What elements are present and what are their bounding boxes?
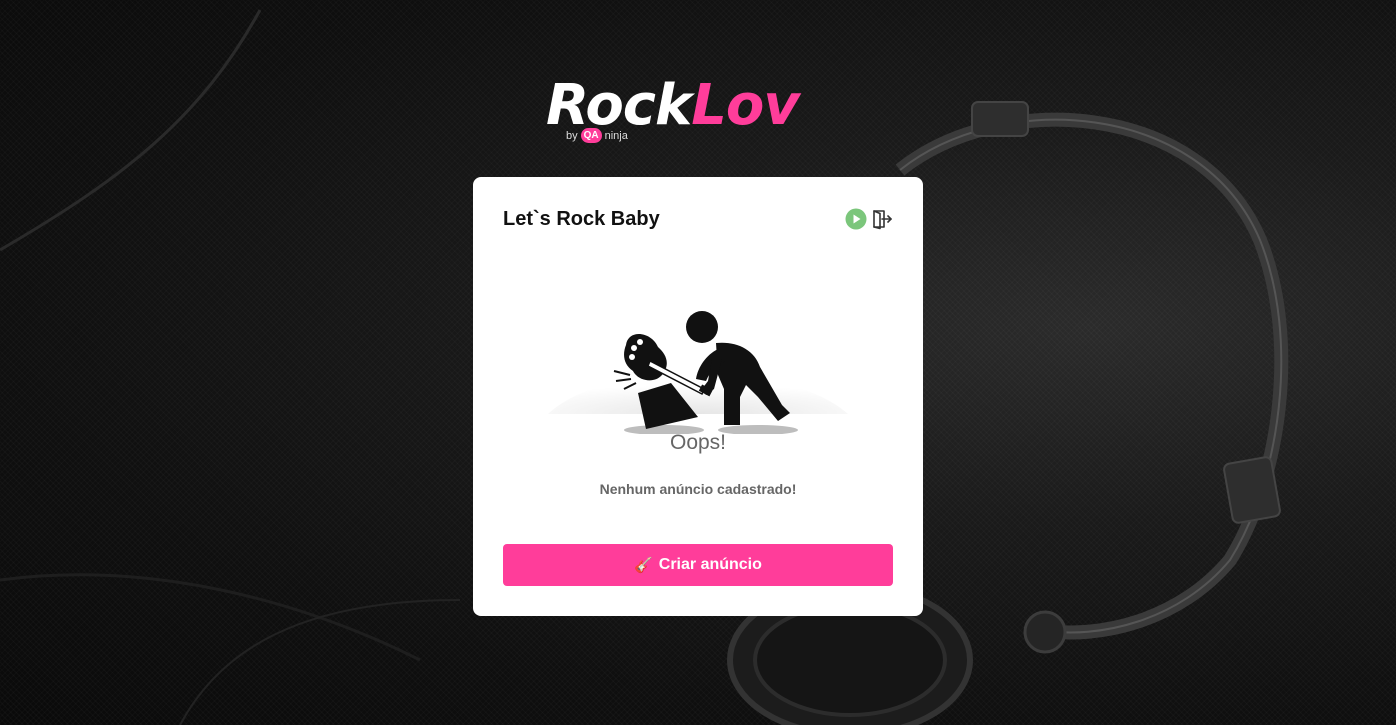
guitar-icon: 🎸: [634, 557, 653, 574]
card-actions: [845, 208, 893, 230]
create-ad-button-label: Criar anúncio: [658, 556, 762, 573]
logo-byline: by QA ninja: [566, 128, 628, 143]
byline-suffix: ninja: [604, 129, 628, 142]
empty-state-heading: Oops!: [669, 431, 727, 454]
play-icon[interactable]: [845, 208, 867, 230]
empty-state-message: Nenhum anúncio cadastrado!: [599, 481, 797, 497]
rocklov-logo: RockLov by QA ninja: [546, 76, 856, 148]
byline-prefix: by: [566, 129, 578, 142]
dashboard-card: Let`s Rock Baby Oops! Nenhum anúncio cad…: [473, 177, 923, 616]
card-title: Let`s Rock Baby: [503, 208, 660, 230]
logo-lov-text: Lov: [691, 73, 800, 138]
qa-ninja-badge: QA: [580, 128, 602, 143]
create-ad-button[interactable]: 🎸 Criar anúncio: [503, 544, 893, 586]
logout-icon[interactable]: [871, 208, 893, 230]
logo-wordmark: RockLov: [546, 73, 800, 138]
guitar-smash-illustration: [548, 311, 848, 434]
